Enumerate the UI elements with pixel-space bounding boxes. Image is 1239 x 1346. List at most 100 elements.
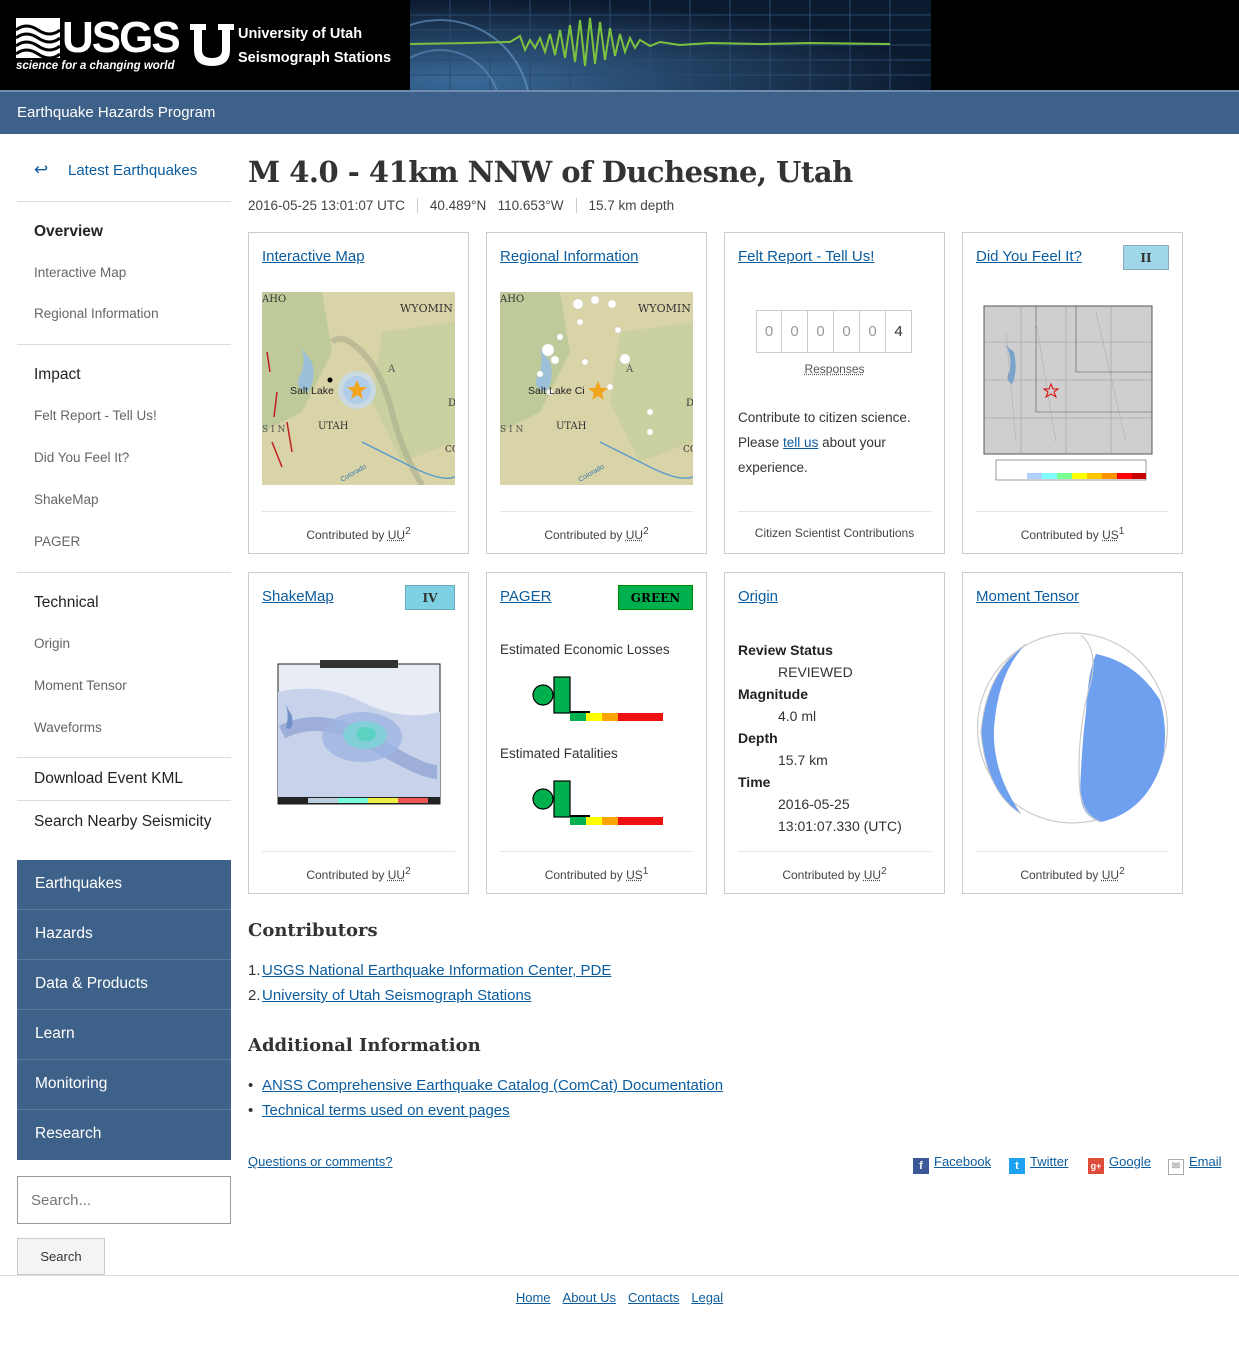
contrib-network[interactable]: UU (388, 528, 405, 542)
card-title-interactive-map[interactable]: Interactive Map (262, 248, 365, 265)
list-item: • Technical terms used on event pages (248, 1102, 723, 1127)
nav-dyfi[interactable]: Did You Feel It? (34, 450, 129, 465)
event-time: 2016-05-25 13:01:07 UTC (248, 198, 418, 213)
map-label-co: CO (445, 445, 455, 455)
nav-regional-information[interactable]: Regional Information (34, 306, 159, 321)
program-title[interactable]: Earthquake Hazards Program (17, 104, 215, 121)
contrib-label: Contributed by (306, 528, 385, 542)
site-nav-earthquakes[interactable]: Earthquakes (17, 860, 231, 910)
card-origin[interactable]: Origin Review Status REVIEWED Magnitude … (724, 572, 945, 894)
card-title-origin[interactable]: Origin (738, 588, 778, 605)
card-regional-information[interactable]: Regional Information AHO WYOMIN Salt Lak… (486, 232, 707, 554)
site-nav-data-products[interactable]: Data & Products (17, 960, 231, 1010)
map-label-wyoming: WYOMIN (638, 302, 691, 315)
list-item: • ANSS Comprehensive Earthquake Catalog (… (248, 1077, 723, 1102)
nav-interactive-map[interactable]: Interactive Map (34, 265, 126, 280)
event-lat: 40.489°N (429, 198, 487, 213)
card-pager[interactable]: PAGER GREEN Estimated Economic Losses Es… (486, 572, 707, 894)
search-button[interactable]: Search (17, 1238, 105, 1275)
beachball-image[interactable] (976, 632, 1169, 825)
origin-details: Review Status REVIEWED Magnitude 4.0 ml … (738, 639, 902, 837)
tell-us-link[interactable]: tell us (783, 435, 818, 450)
event-depth: 15.7 km depth (588, 198, 675, 213)
seismogram-graphic (410, 0, 931, 90)
contrib-network[interactable]: UU (626, 528, 643, 542)
magnitude-label: Magnitude (738, 686, 808, 702)
list-number: 2. (248, 987, 261, 1004)
felt-text-4: experience. (738, 460, 808, 475)
card-title-regional[interactable]: Regional Information (500, 248, 638, 265)
card-shakemap[interactable]: ShakeMap IV Contributed by UU2 (248, 572, 469, 894)
nav-search-nearby[interactable]: Search Nearby Seismicity (34, 813, 211, 831)
contrib-network[interactable]: US (1102, 528, 1119, 542)
share-twitter[interactable]: t Twitter (1009, 1154, 1068, 1174)
nav-waveforms[interactable]: Waveforms (34, 720, 102, 735)
footer-link-home[interactable]: Home (516, 1290, 551, 1305)
nav-section-technical: Technical Origin Moment Tensor Waveforms (17, 573, 231, 758)
nav-origin[interactable]: Origin (34, 636, 70, 651)
contrib-label: Contributed by (1020, 528, 1099, 542)
nav-download-kml[interactable]: Download Event KML (34, 770, 183, 788)
comcat-doc-link[interactable]: ANSS Comprehensive Earthquake Catalog (C… (262, 1077, 723, 1094)
site-nav-monitoring[interactable]: Monitoring (17, 1060, 231, 1110)
nav-felt-report[interactable]: Felt Report - Tell Us! (34, 408, 157, 423)
footer-link-contacts[interactable]: Contacts (628, 1290, 679, 1305)
card-footer-shakemap: Contributed by UU2 (262, 851, 455, 882)
contributor-link-neic[interactable]: USGS National Earthquake Information Cen… (262, 962, 611, 979)
site-nav-learn[interactable]: Learn (17, 1010, 231, 1060)
back-to-latest[interactable]: ↩ Latest Earthquakes (17, 152, 231, 202)
counter-digit: 0 (782, 310, 808, 353)
card-title-moment-tensor[interactable]: Moment Tensor (976, 588, 1079, 605)
contrib-network[interactable]: US (626, 868, 643, 882)
contributor-link-uu[interactable]: University of Utah Seismograph Stations (262, 987, 531, 1004)
nav-impact[interactable]: Impact (34, 366, 81, 384)
twitter-icon: t (1009, 1158, 1025, 1174)
nav-overview[interactable]: Overview (34, 223, 103, 241)
shakemap-image[interactable] (262, 632, 455, 825)
card-title-pager[interactable]: PAGER (500, 588, 551, 605)
footer-link-about[interactable]: About Us (563, 1290, 616, 1305)
event-lon: 110.653°W (497, 198, 564, 213)
list-item: 1. USGS National Earthquake Information C… (248, 962, 611, 987)
card-moment-tensor[interactable]: Moment Tensor Contributed by UU2 (962, 572, 1183, 894)
nav-moment-tensor[interactable]: Moment Tensor (34, 678, 127, 693)
card-footer-dyfi: Contributed by US1 (976, 511, 1169, 542)
card-dyfi[interactable]: Did You Feel It? II Contributed by US1 (962, 232, 1183, 554)
questions-link[interactable]: Questions or comments? (248, 1154, 393, 1169)
technical-terms-link[interactable]: Technical terms used on event pages (262, 1102, 510, 1119)
card-title-felt-report[interactable]: Felt Report - Tell Us! (738, 248, 874, 265)
time-label: Time (738, 774, 771, 790)
back-label[interactable]: Latest Earthquakes (68, 162, 197, 179)
responses-label: Responses (804, 362, 865, 376)
university-of-utah-u-icon[interactable] (188, 22, 236, 68)
share-email[interactable]: ✉ Email (1168, 1154, 1222, 1175)
contrib-network[interactable]: UU (1102, 868, 1119, 882)
usgs-logo[interactable]: USGS science for a changing world (16, 14, 181, 76)
card-title-dyfi[interactable]: Did You Feel It? (976, 248, 1082, 265)
contrib-label: Contributed by (782, 868, 861, 882)
share-facebook[interactable]: f Facebook (913, 1154, 991, 1174)
card-footer-moment-tensor: Contributed by UU2 (976, 851, 1169, 882)
card-title-shakemap[interactable]: ShakeMap (262, 588, 334, 605)
dyfi-map-image[interactable] (976, 292, 1169, 485)
nav-shakemap[interactable]: ShakeMap (34, 492, 99, 507)
regional-map-image[interactable]: AHO WYOMIN Salt Lake Ci UTAH S I N A D C… (500, 292, 693, 485)
contrib-network[interactable]: UU (864, 868, 881, 882)
share-google[interactable]: g+ Google (1088, 1154, 1151, 1174)
site-nav-research[interactable]: Research (17, 1110, 231, 1160)
search-input[interactable] (17, 1176, 231, 1224)
interactive-map-image[interactable]: AHO WYOMIN Salt Lake UTAH S I N A D CO C… (262, 292, 455, 485)
footer-link-legal[interactable]: Legal (691, 1290, 723, 1305)
felt-text-1: Contribute to citizen science. (738, 410, 911, 425)
review-status-label: Review Status (738, 642, 833, 658)
nav-technical[interactable]: Technical (34, 594, 99, 612)
date-value: 2016-05-25 (778, 796, 850, 812)
site-nav-hazards[interactable]: Hazards (17, 910, 231, 960)
contrib-number: 2 (1119, 866, 1125, 877)
nav-pager[interactable]: PAGER (34, 534, 80, 549)
card-felt-report[interactable]: Felt Report - Tell Us! 0 0 0 0 0 4 Respo… (724, 232, 945, 554)
card-interactive-map[interactable]: Interactive Map AHO WYOMIN Salt Lake UTA… (248, 232, 469, 554)
contrib-network[interactable]: UU (388, 868, 405, 882)
pager-alert-badge: GREEN (618, 585, 693, 610)
list-item: 2. University of Utah Seismograph Station… (248, 987, 611, 1012)
